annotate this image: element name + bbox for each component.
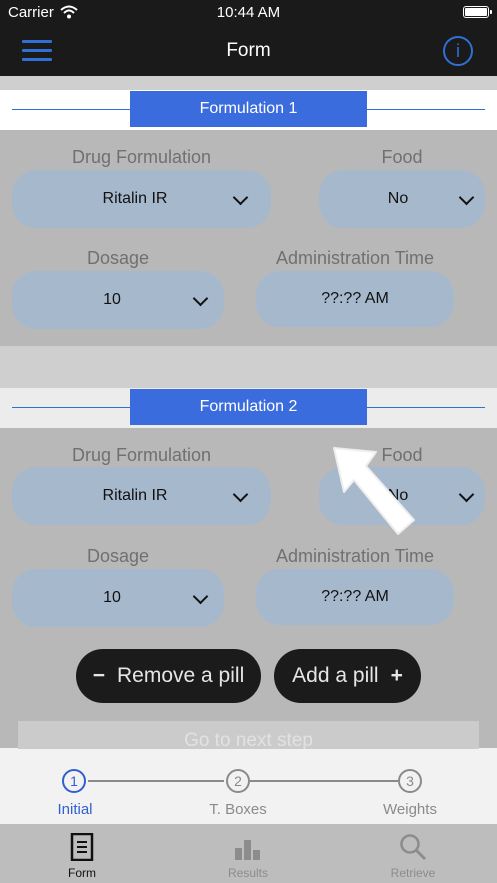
step-2-label: T. Boxes — [209, 801, 267, 818]
tab-form-label: Form — [68, 866, 96, 880]
drug-formulation-label: Drug Formulation — [71, 445, 212, 465]
step-1-label: Initial — [57, 801, 93, 818]
drug-formulation-select[interactable]: Ritalin IR — [12, 170, 271, 228]
plus-icon: + — [390, 664, 403, 687]
section-gap — [0, 346, 497, 388]
step-1-circle[interactable]: 1 — [62, 769, 86, 793]
dosage-value: 10 — [103, 291, 121, 308]
remove-pill-button[interactable]: − Remove a pill — [76, 649, 261, 703]
administration-time-field[interactable]: ??:?? AM — [256, 569, 454, 625]
administration-time-label: Administration Time — [275, 248, 435, 268]
info-icon[interactable]: i — [443, 36, 473, 66]
clock: 10:44 AM — [216, 4, 281, 21]
administration-time-value: ??:?? AM — [321, 588, 389, 605]
administration-time-field[interactable]: ??:?? AM — [256, 271, 454, 327]
administration-time-label: Administration Time — [275, 546, 435, 566]
dosage-label: Dosage — [86, 546, 150, 566]
formulation-1-header: Formulation 1 — [0, 90, 497, 130]
stepper-connector — [250, 780, 398, 782]
minus-icon: − — [92, 664, 106, 687]
step-3-label: Weights — [383, 801, 437, 818]
food-select[interactable]: No — [319, 170, 485, 228]
administration-time-value: ??:?? AM — [321, 290, 389, 307]
bar-chart-icon — [235, 840, 260, 860]
food-label: Food — [381, 147, 423, 167]
food-value: No — [387, 190, 409, 207]
tab-results-label: Results — [227, 866, 268, 880]
battery-icon — [463, 6, 492, 18]
step-2-circle[interactable]: 2 — [226, 769, 250, 793]
drug-formulation-value: Ritalin IR — [102, 190, 168, 207]
next-step-button[interactable]: Go to next step — [18, 721, 479, 749]
section-gap — [0, 76, 497, 90]
tab-retrieve-label: Retrieve — [390, 866, 436, 880]
status-bar: Carrier 10:44 AM — [0, 0, 497, 26]
dosage-label: Dosage — [86, 248, 150, 268]
tab-retrieve[interactable]: Retrieve — [353, 824, 473, 883]
drug-formulation-label: Drug Formulation — [71, 147, 212, 167]
document-icon — [70, 833, 94, 861]
search-icon — [400, 834, 427, 861]
navigation-bar: Form i — [0, 26, 497, 76]
pointer-arrow-icon — [333, 447, 415, 535]
add-pill-button[interactable]: Add a pill + — [274, 649, 421, 703]
add-pill-label: Add a pill — [292, 664, 379, 687]
tab-results[interactable]: Results — [188, 824, 308, 883]
remove-pill-label: Remove a pill — [117, 664, 245, 687]
drug-formulation-value: Ritalin IR — [102, 487, 168, 504]
stepper-connector — [88, 780, 224, 782]
dosage-select[interactable]: 10 — [12, 569, 224, 627]
dosage-value: 10 — [103, 589, 121, 606]
formulation-2-header: Formulation 2 — [0, 388, 497, 428]
formulation-2-title: Formulation 2 — [130, 389, 367, 425]
tab-bar: Form Results Retrieve — [0, 824, 497, 883]
page-title: Form — [226, 40, 271, 61]
drug-formulation-select[interactable]: Ritalin IR — [12, 467, 271, 525]
progress-stepper: 1 2 3 Initial T. Boxes Weights — [0, 749, 497, 824]
dosage-select[interactable]: 10 — [12, 271, 224, 329]
tab-form[interactable]: Form — [22, 824, 142, 883]
step-3-circle[interactable]: 3 — [398, 769, 422, 793]
formulation-1-title: Formulation 1 — [130, 91, 367, 127]
